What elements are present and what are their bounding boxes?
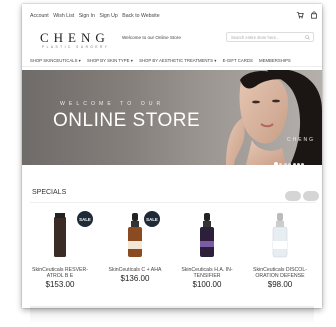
logo[interactable]: CHENG PLASTIC SURGERY — [40, 30, 110, 49]
nav-shop-by-skin-type[interactable]: SHOP BY SKIN TYPE ▾ — [87, 58, 133, 63]
carousel-dot[interactable] — [296, 163, 300, 165]
specials-heading: SPECIALS — [32, 189, 67, 196]
search-input[interactable]: Search entire store here... — [226, 32, 314, 42]
product-image[interactable]: SALE — [100, 211, 170, 261]
browser-frame: Account Wish List Sign In Sign Up Back t… — [22, 4, 322, 308]
search-icon[interactable] — [305, 35, 310, 40]
product-price: $153.00 — [45, 280, 75, 290]
shopping-bag-icon[interactable] — [310, 11, 318, 19]
product-card[interactable]: SALE SkinCeuticals C + AHA $136.00 — [100, 211, 170, 283]
back-to-website-link[interactable]: Back to Website — [122, 13, 159, 19]
search-placeholder: Search entire store here... — [231, 35, 280, 40]
product-price: $136.00 — [120, 274, 150, 284]
hero-brand: CHENG — [287, 137, 316, 143]
product-name-line: ATROL B E — [46, 273, 74, 280]
sale-badge: SALE — [144, 211, 160, 227]
carousel-arrows — [283, 188, 319, 206]
nav-shop-by-aesthetic-treatments[interactable]: SHOP BY AESTHETIC TREATMENTS ▾ — [139, 58, 216, 63]
nav-divider — [22, 66, 322, 67]
product-name-line: TENSIFIER — [193, 273, 221, 280]
signup-link[interactable]: Sign Up — [99, 13, 117, 19]
product-bottle-icon — [272, 213, 288, 258]
welcome-message: Welcome to our Online Store — [122, 35, 181, 40]
carousel-dot[interactable] — [292, 163, 296, 165]
prev-button[interactable] — [285, 191, 301, 201]
hero-title: ONLINE STORE — [53, 110, 201, 131]
carousel-dot[interactable] — [274, 162, 278, 165]
hero-pre-title: WELCOME TO OUR — [60, 101, 165, 107]
carousel-dot[interactable] — [283, 163, 287, 165]
product-name-line: ORATION DEFENSE — [255, 273, 305, 280]
product-bottle-icon — [200, 213, 214, 257]
product-name[interactable]: SkinCeuticals DISCOL- ORATION DEFENSE — [245, 267, 315, 279]
carousel-dots — [274, 153, 306, 165]
product-price: $98.00 — [267, 280, 293, 290]
hero-banner[interactable]: WELCOME TO OUR ONLINE STORE CHENG — [22, 70, 322, 165]
cart-icon[interactable] — [296, 11, 304, 19]
product-card[interactable]: SkinCeuticals DISCOL- ORATION DEFENSE $98.… — [245, 211, 315, 289]
sale-badge: SALE — [77, 211, 93, 227]
main-nav: SHOP SKINCEUTICALS ▾ SHOP BY SKIN TYPE ▾… — [30, 58, 296, 64]
carousel-dot[interactable] — [279, 163, 283, 165]
signin-link[interactable]: Sign In — [79, 13, 95, 19]
product-name[interactable]: SkinCeuticals H.A. IN- TENSIFIER — [172, 267, 242, 279]
product-price: $100.00 — [192, 280, 222, 290]
frame-reflection — [30, 306, 314, 324]
product-image[interactable] — [172, 211, 242, 261]
wishlist-link[interactable]: Wish List — [53, 13, 74, 19]
product-image[interactable]: SALE — [25, 211, 95, 261]
account-link[interactable]: Account — [30, 13, 49, 19]
product-bottle-icon — [54, 213, 66, 257]
next-button[interactable] — [303, 191, 319, 201]
product-name[interactable]: SkinCeuticals RESVER- ATROL B E — [25, 267, 95, 279]
logo-text: CHENG — [40, 30, 110, 45]
carousel-dot[interactable] — [301, 163, 305, 165]
nav-memberships[interactable]: MEMBERSHIPS — [259, 58, 291, 63]
section-divider — [30, 202, 316, 203]
model-photo — [226, 70, 322, 165]
carousel-dot[interactable] — [288, 163, 292, 165]
product-card[interactable]: SkinCeuticals H.A. IN- TENSIFIER $100.00 — [172, 211, 242, 289]
product-name[interactable]: SkinCeuticals C + AHA — [100, 267, 170, 273]
logo-subtext: PLASTIC SURGERY — [42, 45, 110, 49]
nav-shop-skinceuticals[interactable]: SHOP SKINCEUTICALS ▾ — [30, 58, 81, 63]
nav-e-gift-cards[interactable]: E-GIFT CARDS — [223, 58, 253, 63]
product-card[interactable]: SALE SkinCeuticals RESVER- ATROL B E $153.0… — [25, 211, 95, 289]
product-image[interactable] — [245, 211, 315, 261]
product-name-line: SkinCeuticals C + AHA — [108, 267, 162, 273]
top-links: Account Wish List Sign In Sign Up Back t… — [30, 13, 163, 19]
